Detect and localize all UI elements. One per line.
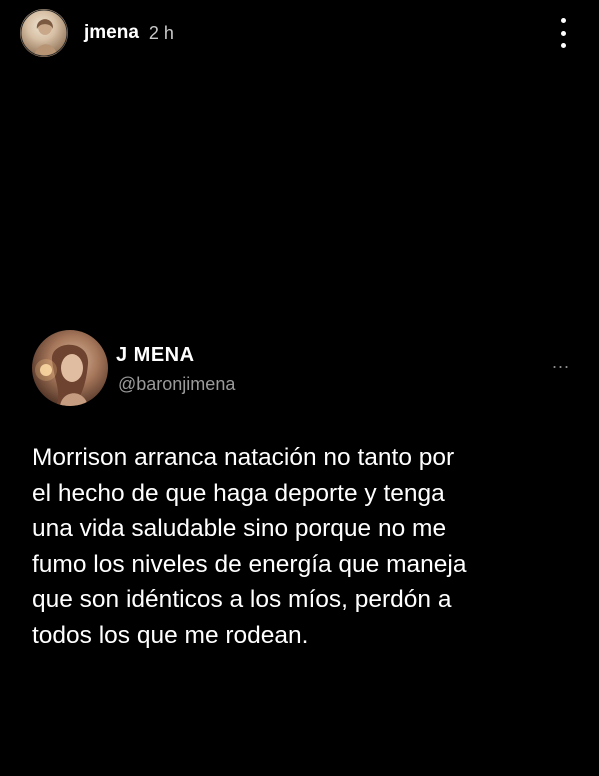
- tweet-handle: @baronjimena: [118, 374, 236, 394]
- tweet-text: Morrison arranca natación no tanto por e…: [32, 440, 584, 653]
- horizontal-ellipsis-icon[interactable]: ...: [552, 352, 570, 373]
- tweet-card: J MENA @baronjimena ... Morrison arranca…: [24, 330, 584, 653]
- tweet-header: J MENA @baronjimena ...: [24, 330, 584, 412]
- tweet-avatar[interactable]: [32, 330, 108, 406]
- story-timestamp: 2 h: [148, 22, 174, 43]
- tweet-text-line: que son idénticos a los míos, perdón a: [32, 586, 452, 613]
- tweet-text-line: Morrison arranca natación no tanto por: [32, 444, 455, 471]
- tweet-display-name: J MENA: [116, 344, 195, 366]
- tweet-text-line: todos los que me rodean.: [32, 621, 309, 649]
- dot: [560, 43, 566, 48]
- tweet-text-line: el hecho de que haga deporte y tenga: [32, 479, 445, 507]
- story-avatar[interactable]: [20, 9, 68, 57]
- tweet-text-line: fumo los niveles de energía que maneja: [32, 550, 467, 578]
- dot: [560, 30, 566, 36]
- profile-photo-icon: [35, 344, 89, 406]
- tweet-text-line: una vida saludable sino porque no me: [32, 515, 447, 542]
- profile-photo-icon: [20, 9, 68, 57]
- story-header: jmena 2 h: [20, 8, 579, 58]
- dot: [560, 18, 566, 23]
- story-username[interactable]: jmena: [84, 22, 139, 44]
- vertical-ellipsis-icon[interactable]: [555, 18, 571, 48]
